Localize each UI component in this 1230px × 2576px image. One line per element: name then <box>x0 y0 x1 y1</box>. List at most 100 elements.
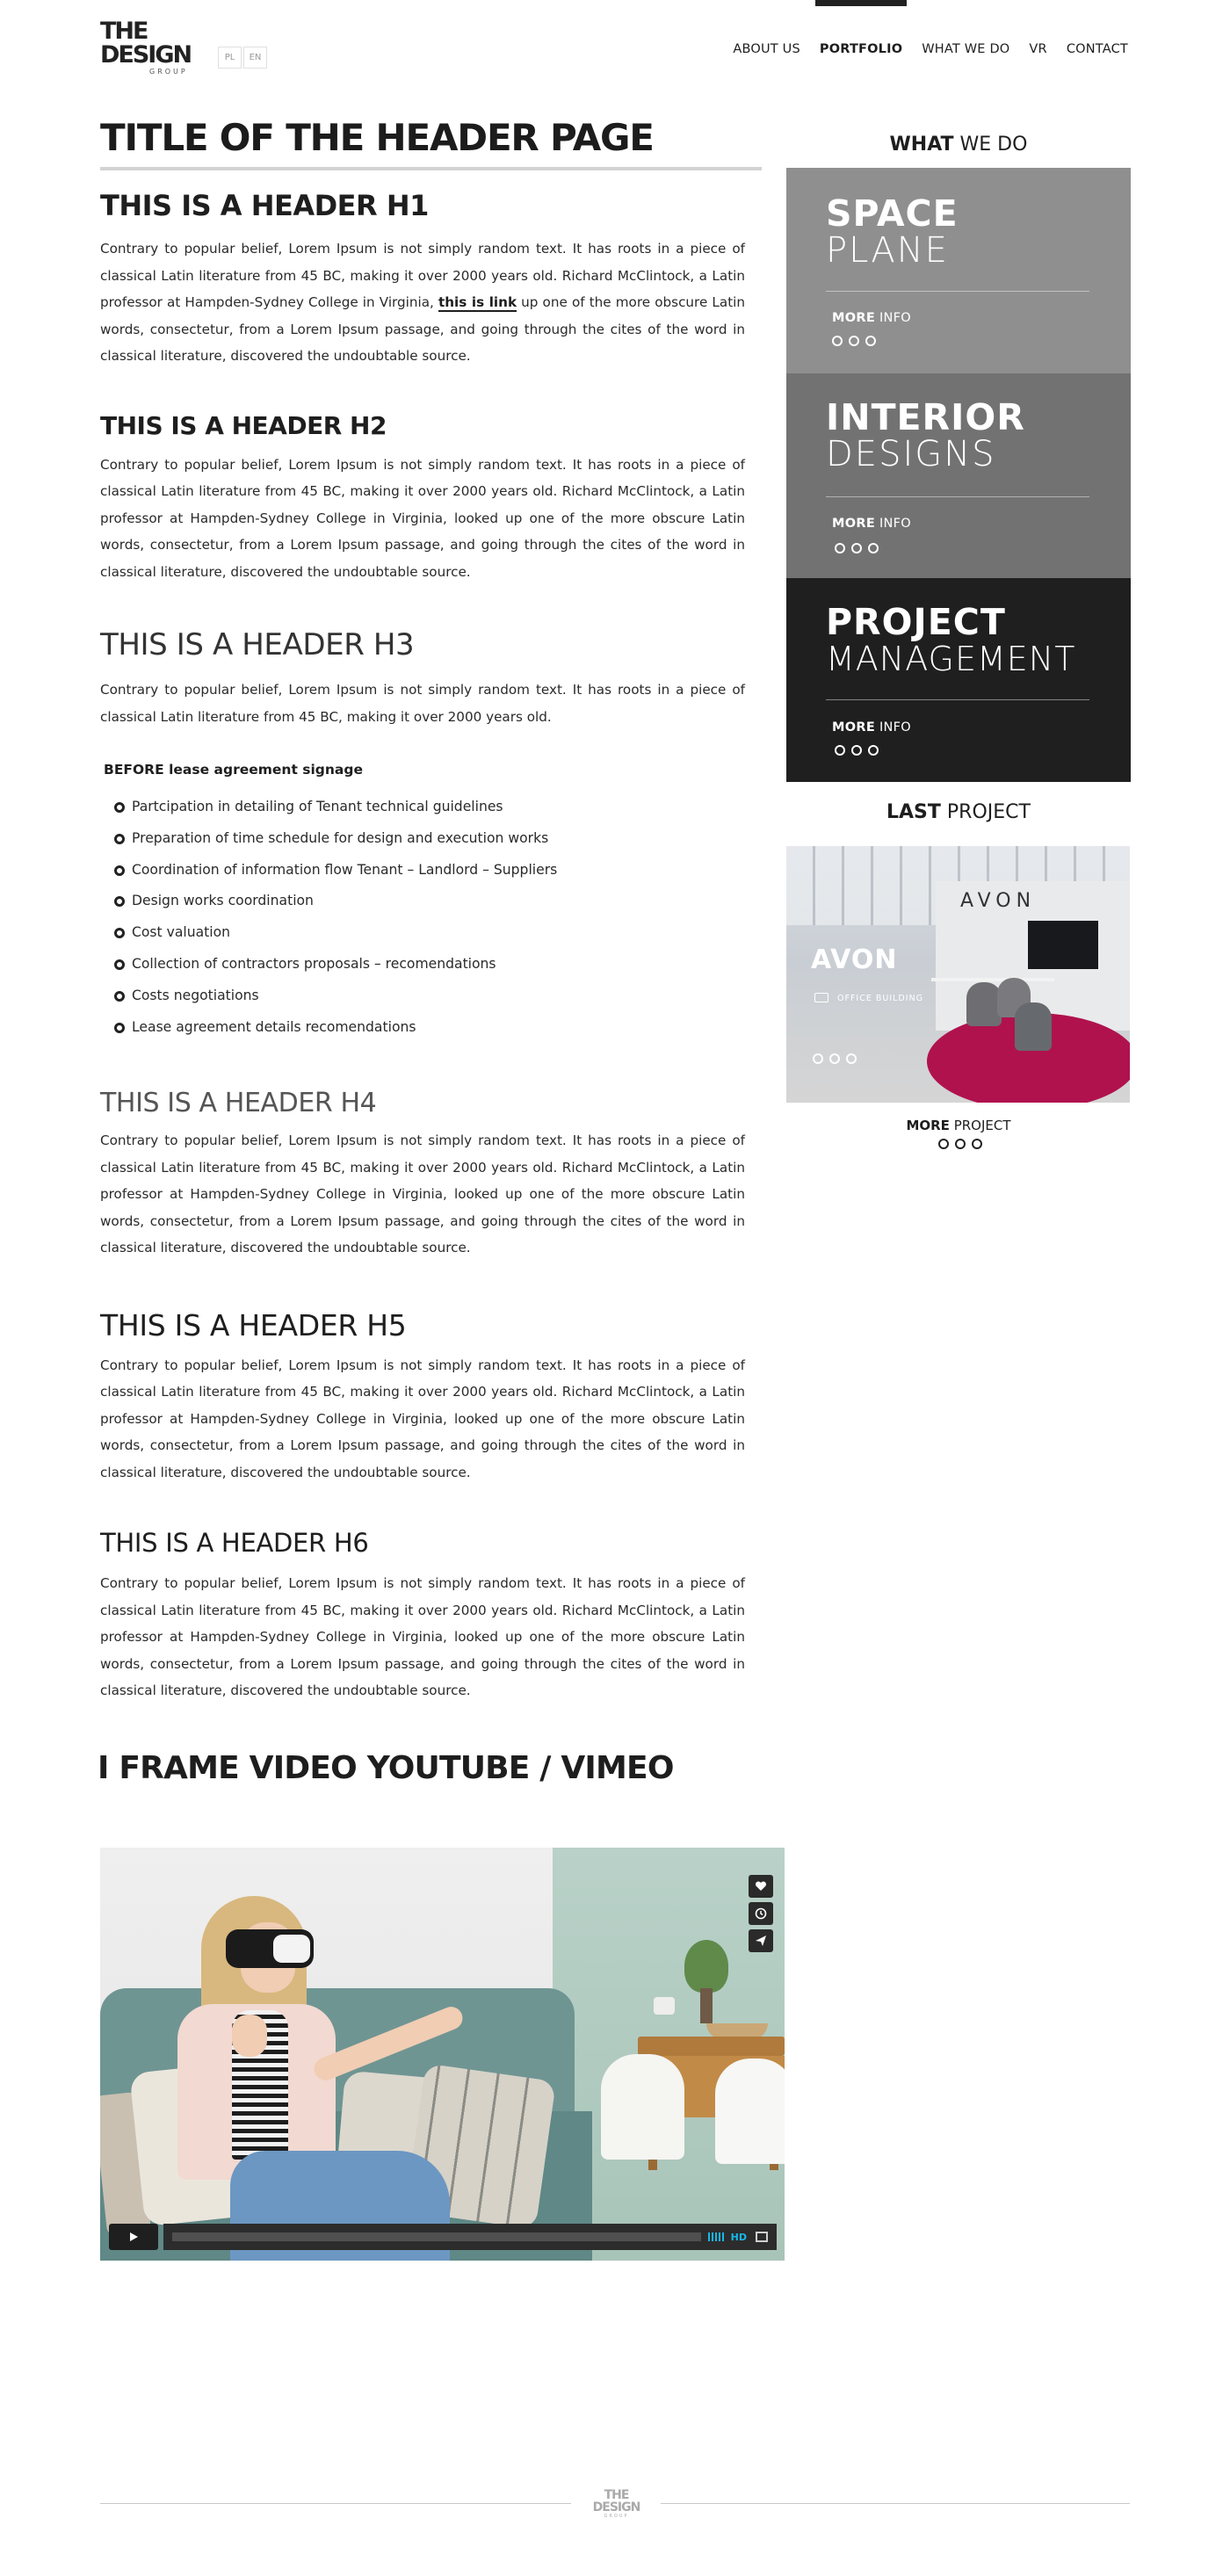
send-icon[interactable] <box>749 1929 773 1952</box>
dot-icon[interactable] <box>846 1053 857 1064</box>
more-project-dots <box>938 1139 982 1149</box>
header-h3: THIS IS A HEADER H3 <box>100 627 415 662</box>
pot-image <box>654 1997 675 2015</box>
dot-icon[interactable] <box>955 1139 966 1149</box>
chair-image <box>601 2054 684 2160</box>
video-player[interactable]: HD <box>100 1848 785 2261</box>
paragraph-6: Contrary to popular belief, Lorem Ipsum … <box>100 1575 745 1699</box>
fullscreen-icon[interactable] <box>756 2232 768 2242</box>
tile-line-1: INTERIOR <box>826 396 1025 438</box>
dot-icon[interactable] <box>832 336 843 346</box>
list-title: BEFORE lease agreement signage <box>104 762 763 778</box>
header-h2: THIS IS A HEADER H2 <box>100 410 387 440</box>
dot-icon[interactable] <box>868 745 879 756</box>
inline-link[interactable]: this is link <box>438 294 517 312</box>
list-item: Lease agreement details recomendations <box>114 1012 763 1044</box>
table-top <box>638 2037 785 2056</box>
list-item: Collection of contractors proposals – re… <box>114 949 763 980</box>
dot-icon[interactable] <box>972 1139 982 1149</box>
list-title-rest: lease agreement signage <box>169 762 363 778</box>
dot-icon[interactable] <box>865 336 876 346</box>
section-h2: THIS IS A HEADER H2 Contrary to popular … <box>100 409 745 586</box>
more-project-bold: MORE <box>906 1118 950 1133</box>
clock-icon[interactable] <box>749 1902 773 1925</box>
last-project-image[interactable]: AVON AVON OFFICE BUILDING <box>786 846 1130 1103</box>
footer-logo[interactable]: THE DESIGN GROUP <box>583 2489 649 2519</box>
dot-icon[interactable] <box>849 336 859 346</box>
video-side-icons <box>749 1875 773 1957</box>
plant-image <box>684 1940 728 1993</box>
paragraph-4: Contrary to popular belief, Lorem Ipsum … <box>100 1132 745 1256</box>
bullet-icon <box>114 1022 125 1033</box>
list-item: Coordination of information flow Tenant … <box>114 855 763 886</box>
dot-icon[interactable] <box>851 745 862 756</box>
header-h5: THIS IS A HEADER H5 <box>100 1307 407 1342</box>
list-item: Partcipation in detailing of Tenant tech… <box>114 792 763 823</box>
services-list: Partcipation in detailing of Tenant tech… <box>114 792 763 1043</box>
bullet-icon <box>114 833 125 844</box>
dot-icon[interactable] <box>829 1053 840 1064</box>
carousel-dots <box>835 543 879 554</box>
heart-icon[interactable] <box>749 1875 773 1898</box>
list-item: Costs negotiations <box>114 980 763 1012</box>
more-rest: INFO <box>875 517 912 531</box>
dot-icon[interactable] <box>851 543 862 554</box>
paragraph-5: Contrary to popular belief, Lorem Ipsum … <box>100 1357 745 1480</box>
header-h6: THIS IS A HEADER H6 <box>100 1528 369 1559</box>
nav-contact[interactable]: CONTACT <box>1067 42 1128 56</box>
video-progress-bar: HD <box>163 2224 777 2250</box>
chair-image <box>715 2059 785 2164</box>
video-scrubber[interactable] <box>172 2232 701 2241</box>
dot-icon[interactable] <box>835 543 845 554</box>
bullet-icon <box>114 896 125 908</box>
nav-what-we-do[interactable]: WHAT WE DO <box>922 42 1009 56</box>
nav-vr[interactable]: VR <box>1029 42 1046 56</box>
tile-line-2: MANAGEMENT <box>826 640 1076 678</box>
last-project-heading: LAST PROJECT <box>786 801 1131 823</box>
language-pl-button[interactable]: PL <box>218 47 242 69</box>
more-info-link[interactable]: MORE INFO <box>832 311 911 325</box>
more-project-link[interactable]: MORE PROJECT <box>786 1118 1131 1133</box>
bullet-icon <box>114 928 125 939</box>
list-title-bold: BEFORE <box>104 762 164 778</box>
dot-icon[interactable] <box>813 1053 823 1064</box>
play-button[interactable] <box>109 2224 158 2250</box>
list-item-text: Costs negotiations <box>132 987 259 1003</box>
bullet-icon <box>114 990 125 1002</box>
more-bold: MORE <box>832 720 876 734</box>
list-item-text: Partcipation in detailing of Tenant tech… <box>132 799 503 814</box>
logo[interactable]: THE DESIGN GROUP <box>100 19 204 77</box>
more-info-link[interactable]: MORE INFO <box>832 720 911 734</box>
nav-about-us[interactable]: ABOUT US <box>733 42 800 56</box>
section-h5: THIS IS A HEADER H5 Contrary to popular … <box>100 1306 745 1487</box>
what-we-do-heading: WHAT WE DO <box>786 134 1131 156</box>
more-info-link[interactable]: MORE INFO <box>832 517 911 531</box>
header-h1: THIS IS A HEADER H1 <box>100 189 429 222</box>
list-item-text: Lease agreement details recomendations <box>132 1018 416 1035</box>
project-photo-table <box>931 978 1054 981</box>
hd-button[interactable]: HD <box>731 2232 747 2243</box>
dot-icon[interactable] <box>868 543 879 554</box>
list-item-text: Collection of contractors proposals – re… <box>132 955 496 972</box>
paragraph-2: Contrary to popular belief, Lorem Ipsum … <box>100 456 745 580</box>
building-icon <box>814 993 828 1002</box>
paragraph-1: Contrary to popular belief, Lorem Ipsum … <box>100 235 745 370</box>
what-we-do-bold: WHAT <box>889 134 954 156</box>
nav-portfolio[interactable]: PORTFOLIO <box>814 0 908 56</box>
more-rest: INFO <box>875 311 912 325</box>
list-item-text: Design works coordination <box>132 893 314 909</box>
dot-icon[interactable] <box>938 1139 949 1149</box>
logo-line-1: THE <box>100 18 148 45</box>
tile-interior-designs[interactable]: INTERIOR DESIGNS MORE INFO <box>786 373 1131 578</box>
logo-line-3: GROUP <box>149 68 188 76</box>
volume-icon[interactable] <box>707 2232 724 2241</box>
more-rest: INFO <box>875 720 912 734</box>
footer-divider-right <box>661 2503 1130 2504</box>
language-en-button[interactable]: EN <box>243 47 267 69</box>
tile-space-plane[interactable]: SPACE PLANE MORE INFO <box>786 168 1131 373</box>
vr-headset-image <box>226 1929 314 1968</box>
tile-project-management[interactable]: PROJECT MANAGEMENT MORE INFO <box>786 578 1131 782</box>
dot-icon[interactable] <box>835 745 845 756</box>
carousel-dots <box>832 336 876 346</box>
footer-logo-line-1: THE <box>604 2488 630 2502</box>
